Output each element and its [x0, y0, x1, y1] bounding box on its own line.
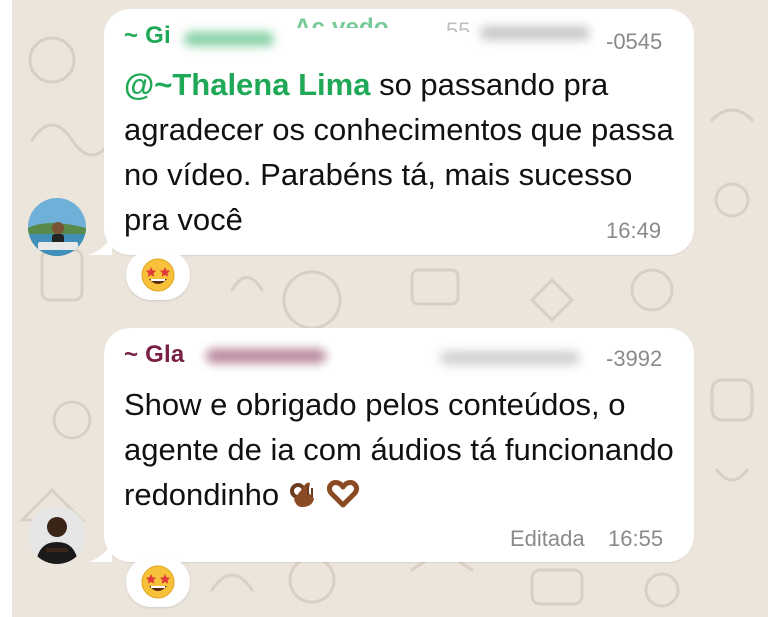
- edited-label: Editada: [510, 526, 585, 551]
- message-time: 16:55: [608, 526, 664, 551]
- mention-link[interactable]: @~Thalena Lima: [124, 67, 370, 102]
- sender-phone-suffix: -3992: [606, 346, 663, 371]
- redacted-sender-name: [184, 32, 274, 46]
- message-text: Show e obrigado pelos conteúdos, o agent…: [124, 382, 680, 521]
- sender-phone-suffix: -0545: [606, 29, 663, 54]
- reaction-badge[interactable]: [126, 557, 190, 607]
- redacted-sender-name: [206, 349, 326, 363]
- reaction-badge[interactable]: [126, 250, 190, 300]
- message-text: @~Thalena Lima so passando pra agradecer…: [124, 67, 674, 237]
- heart-hands-emoji-icon: [326, 476, 360, 521]
- star-struck-emoji-icon: [141, 258, 175, 292]
- bubble-tail: [88, 237, 112, 255]
- avatar[interactable]: [28, 198, 86, 256]
- ok-hand-emoji-icon: [288, 476, 318, 521]
- avatar[interactable]: [28, 506, 86, 564]
- sender-name[interactable]: ~ Gi: [124, 22, 171, 50]
- window-edge: [0, 0, 12, 617]
- message-time: 16:49: [606, 218, 662, 243]
- sender-name[interactable]: ~ Gla: [124, 341, 184, 369]
- redacted-phone: [440, 351, 580, 365]
- redacted-phone: [480, 26, 590, 40]
- star-struck-emoji-icon: [141, 565, 175, 599]
- bubble-tail: [88, 544, 112, 562]
